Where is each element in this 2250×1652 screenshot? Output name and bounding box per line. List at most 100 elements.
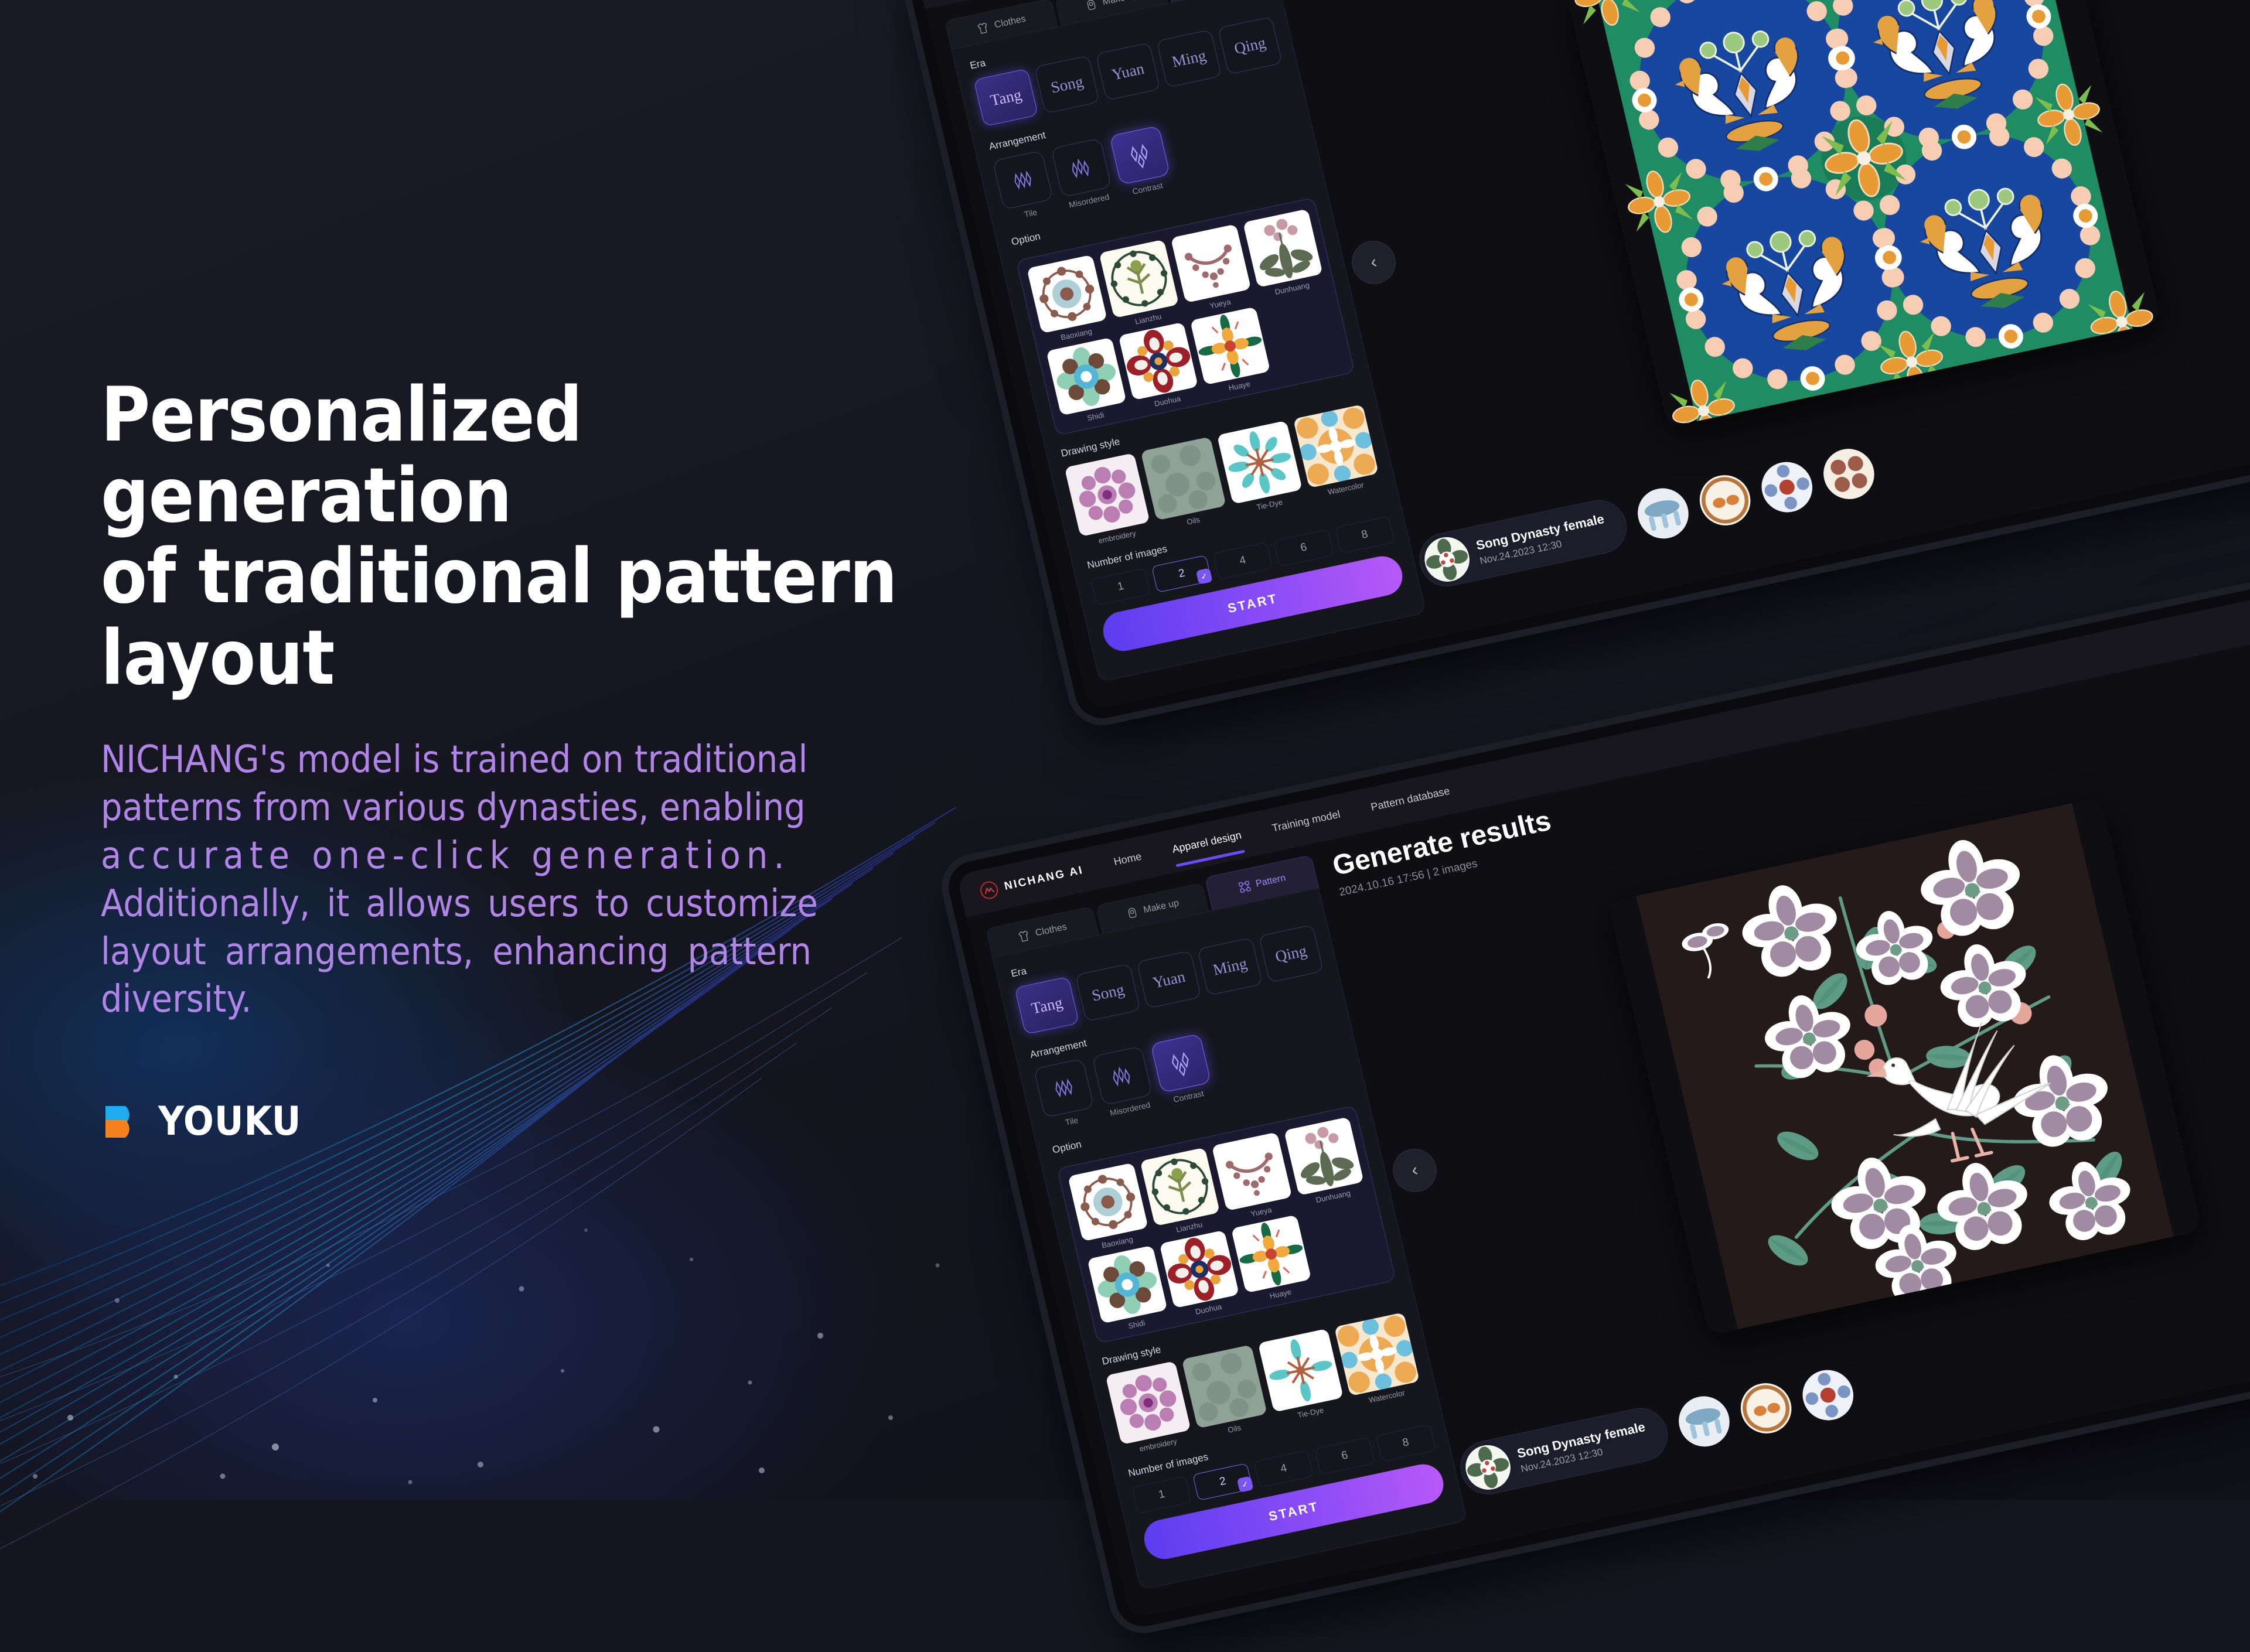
huaye-swatch-icon (1231, 1214, 1311, 1293)
drawing-style-embroidery[interactable]: embroidery (1065, 453, 1153, 548)
lianzhu-swatch-icon (1140, 1148, 1220, 1226)
option-lianzhu[interactable]: Lianzhu (1140, 1148, 1223, 1238)
arrangement-tile[interactable]: Tile (1034, 1059, 1097, 1131)
option-dunhuang[interactable]: Dunhuang (1243, 209, 1326, 299)
option-baoxiang[interactable]: Baoxiang (1068, 1163, 1151, 1254)
era-chip-qing[interactable]: Qing (1259, 924, 1324, 982)
nichang-logo-icon (979, 880, 1000, 900)
option-shidi[interactable]: Shidi (1087, 1245, 1170, 1336)
drawing-style-watercolor[interactable]: Watercolor (1293, 404, 1382, 500)
num-images-2[interactable]: 2 ✓ (1192, 1463, 1253, 1500)
yueya-swatch-icon (1212, 1132, 1292, 1210)
youku-mark-icon (101, 1100, 145, 1144)
num-images-8[interactable]: 8 (1376, 1424, 1436, 1462)
option-yueya[interactable]: Yueya (1171, 224, 1254, 315)
record-thumbnail (1461, 1441, 1515, 1494)
thumb-pattern-icon (1756, 458, 1817, 517)
option-dunhuang[interactable]: Dunhuang (1284, 1117, 1367, 1207)
history-thumb[interactable] (1673, 1392, 1734, 1452)
era-chip-yuan[interactable]: Yuan (1096, 42, 1161, 100)
num-images-1[interactable]: 1 (1090, 568, 1151, 605)
clothes-icon (1017, 928, 1032, 943)
tab-pattern-label: Pattern (1254, 873, 1287, 889)
era-chip-ming[interactable]: Ming (1198, 937, 1263, 995)
history-thumb[interactable] (1797, 1366, 1858, 1425)
makeup-icon (1124, 905, 1140, 920)
num-images-2-label: 2 (1177, 567, 1186, 581)
num-images-1[interactable]: 1 (1131, 1476, 1192, 1513)
tab-clothes-label: Clothes (1034, 921, 1068, 938)
shidi-swatch-icon (1046, 337, 1126, 415)
arrangement-misordered[interactable]: Misordered (1092, 1046, 1156, 1118)
youku-wordmark: YOUKU (158, 1098, 301, 1145)
yueya-swatch-icon (1171, 224, 1251, 302)
option-baoxiang[interactable]: Baoxiang (1027, 255, 1110, 346)
option-yueya[interactable]: Yueya (1212, 1132, 1295, 1223)
option-duohua[interactable]: Duohua (1118, 322, 1201, 412)
era-chip-song[interactable]: Song (1034, 55, 1099, 113)
thumb-pattern-icon (1797, 1366, 1858, 1425)
hero-line: diversity. (101, 976, 962, 1024)
option-duohua[interactable]: Duohua (1159, 1230, 1242, 1320)
history-thumb[interactable] (1736, 1378, 1796, 1438)
drawing-style-watercolor[interactable]: Watercolor (1334, 1312, 1423, 1408)
arrangement-contrast[interactable]: Contrast (1150, 1033, 1214, 1106)
tile-icon (1007, 164, 1039, 196)
history-thumb[interactable] (1818, 444, 1879, 504)
drawing-style-embroidery[interactable]: embroidery (1106, 1361, 1194, 1456)
history-thumb[interactable] (1756, 458, 1817, 517)
option-shidi[interactable]: Shidi (1046, 337, 1129, 428)
duohua-swatch-icon (1159, 1230, 1239, 1308)
prev-result-button[interactable]: ‹ (1389, 1145, 1441, 1196)
option-huaye[interactable]: Huaye (1190, 306, 1273, 397)
num-images-6[interactable]: 6 (1315, 1437, 1375, 1474)
nav-item-home[interactable]: Home (1113, 850, 1144, 871)
era-chip-tang[interactable]: Tang (973, 69, 1038, 127)
record-pattern-icon (1420, 533, 1474, 586)
selected-check-icon: ✓ (1237, 1476, 1254, 1493)
option-lianzhu[interactable]: Lianzhu (1099, 240, 1182, 330)
baoxiang-swatch-icon (1068, 1163, 1148, 1241)
history-thumb[interactable] (1695, 470, 1755, 530)
drawing-style-tiedye[interactable]: Tie-Dye (1258, 1329, 1346, 1424)
embroidery-swatch-icon (1065, 453, 1150, 537)
num-images-8[interactable]: 8 (1335, 516, 1395, 554)
era-chip-ming[interactable]: Ming (1157, 29, 1222, 87)
arrangement-misordered[interactable]: Misordered (1051, 138, 1115, 210)
nav-item-apparel-design[interactable]: Apparel design (1171, 829, 1243, 859)
num-images-4[interactable]: 4 (1254, 1450, 1314, 1487)
embroidery-swatch-icon (1106, 1361, 1191, 1445)
result-image-peacock[interactable] (1567, 0, 2162, 427)
num-images-6[interactable]: 6 (1274, 529, 1334, 566)
era-chip-song[interactable]: Song (1075, 963, 1140, 1021)
tile-icon (1048, 1072, 1080, 1104)
baoxiang-swatch-icon (1027, 255, 1107, 333)
era-chip-tang[interactable]: Tang (1014, 977, 1079, 1035)
tab-clothes-label: Clothes (993, 13, 1027, 30)
youku-logo: YOUKU (101, 1098, 301, 1145)
record-thumbnail (1420, 533, 1474, 586)
drawing-style-oils[interactable]: Oils (1182, 1344, 1270, 1440)
drawing-style-oils[interactable]: Oils (1141, 436, 1229, 532)
history-thumb[interactable] (1632, 484, 1693, 544)
nav-item-pattern-database[interactable]: Pattern database (1369, 784, 1451, 817)
prev-result-button[interactable]: ‹ (1348, 237, 1400, 288)
num-images-2-label: 2 (1218, 1475, 1227, 1489)
result-image-crane[interactable] (1608, 797, 2203, 1336)
lianzhu-swatch-icon (1099, 240, 1179, 318)
num-images-4[interactable]: 4 (1213, 542, 1273, 579)
oils-swatch-icon (1141, 436, 1226, 520)
dunhuang-swatch-icon (1284, 1117, 1364, 1195)
num-images-2[interactable]: 2 ✓ (1151, 555, 1212, 592)
nav-item-training-model[interactable]: Training model (1271, 808, 1342, 838)
drawing-style-grid: embroidery Oils Tie-Dye Watercolor (1065, 404, 1382, 548)
crane-floral-pattern-image (1608, 797, 2203, 1336)
tab-makeup-label: Make up (1143, 898, 1180, 916)
makeup-icon (1083, 0, 1099, 12)
era-chip-qing[interactable]: Qing (1218, 16, 1283, 74)
arrangement-contrast[interactable]: Contrast (1109, 125, 1173, 198)
arrangement-tile[interactable]: Tile (993, 151, 1056, 223)
option-huaye[interactable]: Huaye (1231, 1214, 1314, 1305)
drawing-style-tiedye[interactable]: Tie-Dye (1217, 421, 1305, 516)
era-chip-yuan[interactable]: Yuan (1137, 950, 1202, 1008)
